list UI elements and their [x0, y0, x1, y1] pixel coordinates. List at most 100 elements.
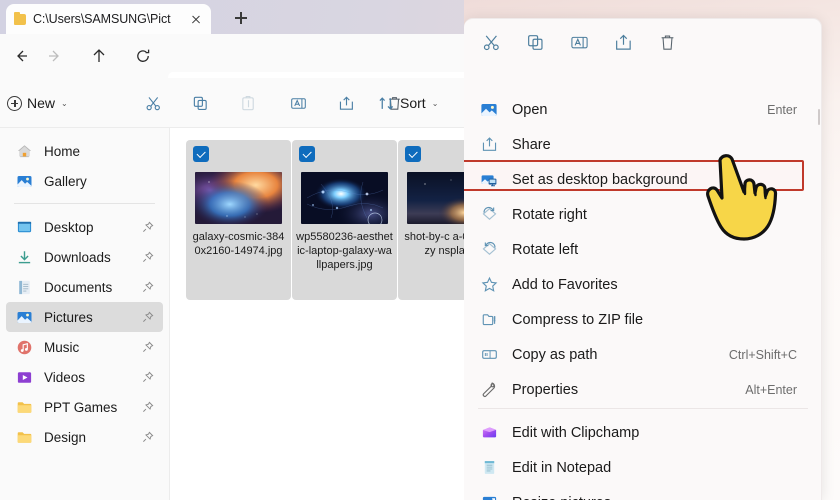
pin-icon[interactable] — [142, 401, 154, 413]
pin-icon[interactable] — [142, 431, 154, 443]
rename-button[interactable] — [566, 29, 592, 55]
rotate-left-icon — [479, 240, 499, 260]
sidebar-item-design[interactable]: Design — [6, 422, 163, 452]
sidebar-item-desktop[interactable]: Desktop — [6, 212, 163, 242]
downloads-icon — [18, 250, 31, 263]
share-icon — [479, 135, 499, 155]
menu-item-open[interactable]: Open Enter — [464, 92, 822, 127]
sidebar-item-label: Gallery — [44, 173, 87, 189]
menu-item-edit-with-clipchamp[interactable]: Edit with Clipchamp — [464, 415, 822, 450]
delete-button[interactable] — [654, 29, 680, 55]
folder-icon — [17, 431, 32, 443]
menu-item-accelerator: Alt+Enter — [745, 382, 797, 397]
desktop-icon — [17, 221, 32, 232]
menu-item-label: Edit with Clipchamp — [512, 424, 640, 441]
menu-item-edit-in-notepad[interactable]: Edit in Notepad — [464, 450, 822, 485]
documents-icon — [19, 280, 30, 294]
menu-item-add-to-favorites[interactable]: Add to Favorites — [464, 267, 822, 302]
sidebar-item-downloads[interactable]: Downloads — [6, 242, 163, 272]
selection-checkbox[interactable] — [299, 146, 315, 162]
sidebar-item-gallery[interactable]: Gallery — [6, 166, 163, 196]
navigation-bar: › Pictures › Saved Pictures — [0, 34, 470, 106]
menu-item-label: Rotate right — [512, 206, 587, 223]
pin-icon[interactable] — [142, 251, 154, 263]
menu-item-label: Compress to ZIP file — [512, 311, 644, 328]
sidebar-item-label: PPT Games — [44, 399, 118, 415]
rotate-right-icon — [479, 205, 499, 225]
sidebar-item-label: Documents — [44, 279, 113, 295]
pictures-icon — [17, 311, 32, 323]
menu-item-label: Set as desktop background — [512, 171, 688, 188]
clipchamp-icon — [479, 423, 499, 443]
sidebar-divider — [14, 203, 155, 204]
sidebar-item-label: Desktop — [44, 219, 94, 235]
selection-checkbox[interactable] — [405, 146, 421, 162]
menu-item-label: Resize pictures — [512, 495, 611, 500]
navigation-pane[interactable]: Home Gallery Desktop Downloads Documents… — [0, 128, 170, 500]
file-tile[interactable]: galaxy-cosmic-3840x2160-14974.jpg — [186, 140, 291, 300]
selection-checkbox[interactable] — [193, 146, 209, 162]
file-thumbnail — [195, 172, 282, 224]
file-thumbnail — [301, 172, 388, 224]
sidebar-item-home[interactable]: Home — [6, 136, 163, 166]
menu-item-compress-to-zip[interactable]: Compress to ZIP file — [464, 302, 822, 337]
menu-item-accelerator: Enter — [767, 102, 797, 117]
sort-button[interactable]: Sort ⌄ — [378, 90, 438, 116]
cut-button[interactable] — [140, 90, 166, 116]
photos-app-icon — [479, 100, 499, 120]
menu-item-copy-as-path[interactable]: Copy as path Ctrl+Shift+C — [464, 337, 822, 372]
rename-button[interactable] — [285, 90, 311, 116]
sidebar-item-label: Home — [44, 143, 81, 159]
desktop-bg-icon — [479, 170, 499, 190]
file-name: wp5580236-aesthetic-laptop-galaxy-wallpa… — [296, 231, 393, 271]
sidebar-item-documents[interactable]: Documents — [6, 272, 163, 302]
new-button[interactable]: New ⌄ — [2, 90, 73, 116]
arrow-left-icon[interactable] — [8, 43, 34, 69]
copy-path-icon — [479, 345, 499, 365]
notepad-icon — [479, 458, 499, 478]
file-explorer-window: C:\Users\SAMSUNG\Pict › Pictures › — [0, 0, 840, 500]
cut-button[interactable] — [478, 29, 504, 55]
arrow-up-icon[interactable] — [86, 43, 112, 69]
menu-item-properties[interactable]: Properties Alt+Enter — [464, 372, 822, 407]
close-icon[interactable] — [187, 10, 205, 28]
file-name: galaxy-cosmic-3840x2160-14974.jpg — [192, 231, 285, 257]
menu-item-accelerator: Ctrl+Shift+C — [728, 347, 797, 362]
share-button[interactable] — [333, 90, 359, 116]
pin-icon[interactable] — [142, 311, 154, 323]
arrow-right-icon[interactable] — [42, 43, 68, 69]
sidebar-item-music[interactable]: Music — [6, 332, 163, 362]
sidebar-item-pictures[interactable]: Pictures — [6, 302, 163, 332]
copy-button[interactable] — [522, 29, 548, 55]
pin-icon[interactable] — [142, 371, 154, 383]
star-icon — [479, 275, 499, 295]
context-menu[interactable]: Open Enter Share Set as desktop backgrou… — [464, 18, 822, 500]
menu-scrollbar[interactable] — [818, 109, 820, 125]
videos-icon — [17, 371, 32, 383]
pointing-hand-cursor — [698, 152, 784, 244]
sidebar-item-ppt-games[interactable]: PPT Games — [6, 392, 163, 422]
chevron-down-icon: ⌄ — [61, 98, 68, 108]
folder-icon — [17, 401, 32, 413]
sidebar-item-label: Videos — [44, 369, 86, 385]
resize-icon — [479, 493, 499, 500]
share-button[interactable] — [610, 29, 636, 55]
sidebar-item-videos[interactable]: Videos — [6, 362, 163, 392]
pin-icon[interactable] — [142, 281, 154, 293]
refresh-icon[interactable] — [130, 43, 156, 69]
file-tile[interactable]: wp5580236-aesthetic-laptop-galaxy-wallpa… — [292, 140, 397, 300]
pin-icon[interactable] — [142, 341, 154, 353]
copy-button[interactable] — [187, 90, 213, 116]
tab-title: C:\Users\SAMSUNG\Pict — [33, 12, 171, 26]
menu-item-label: Properties — [512, 381, 579, 398]
command-bar: New ⌄ Sort ⌄ — [0, 78, 468, 128]
menu-item-label: Share — [512, 136, 551, 153]
sidebar-item-label: Pictures — [44, 309, 93, 325]
menu-item-label: Add to Favorites — [512, 276, 618, 293]
sidebar-item-label: Downloads — [44, 249, 111, 265]
pin-icon[interactable] — [142, 221, 154, 233]
menu-item-label: Copy as path — [512, 346, 598, 363]
new-tab-button[interactable] — [228, 6, 254, 30]
browser-tab[interactable]: C:\Users\SAMSUNG\Pict — [6, 4, 211, 34]
menu-item-resize-pictures[interactable]: Resize pictures — [464, 485, 822, 500]
